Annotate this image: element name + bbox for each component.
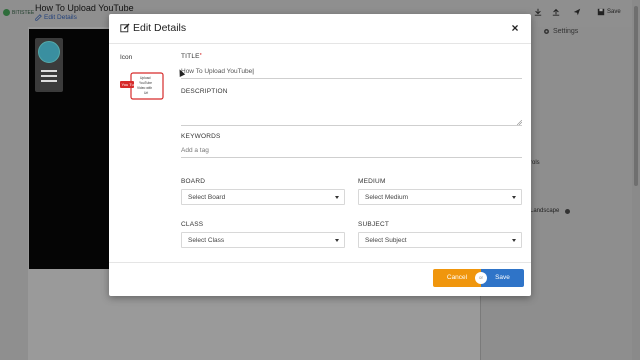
send-button[interactable] <box>573 8 581 16</box>
edit-icon <box>35 14 42 21</box>
resize-handle-icon[interactable] <box>517 120 522 125</box>
upload-button[interactable] <box>552 8 560 16</box>
app-logo: BITISTEE <box>3 9 34 16</box>
close-button[interactable]: × <box>509 21 521 35</box>
chevron-down-icon <box>512 196 516 199</box>
title-input[interactable]: How To Upload YouTube| <box>181 68 522 79</box>
modal-title: Edit Details <box>120 22 186 34</box>
download-icon <box>534 8 542 16</box>
class-select-value: Select Class <box>188 237 225 244</box>
edit-icon <box>120 23 130 33</box>
landscape-radio-icon <box>565 208 571 214</box>
class-label: CLASS <box>181 221 204 228</box>
board-select-value: Select Board <box>188 194 226 201</box>
tab-settings[interactable]: Settings <box>543 28 578 35</box>
left-rail <box>0 27 28 360</box>
thumbnail-line-2: YouTube <box>139 81 152 85</box>
edit-details-modal: Edit Details × Icon You Tube Upload YouT… <box>109 14 531 296</box>
chevron-down-icon <box>512 239 516 242</box>
tab-settings-label: Settings <box>553 28 579 35</box>
class-select[interactable]: Select Class <box>181 232 345 248</box>
modal-header: Edit Details × <box>109 14 531 44</box>
logo-mark-icon <box>3 9 10 16</box>
subject-select-value: Select Subject <box>365 237 407 244</box>
medium-select[interactable]: Select Medium <box>358 189 522 205</box>
content-thumbnail[interactable]: You Tube Upload YouTube Video with Url <box>120 72 165 100</box>
board-label: BOARD <box>181 178 206 185</box>
download-button[interactable] <box>534 8 542 16</box>
content-title: How To Upload YouTube <box>35 3 134 13</box>
medium-label: MEDIUM <box>358 178 386 185</box>
required-marker: * <box>199 53 202 59</box>
chevron-down-icon <box>335 196 339 199</box>
save-button[interactable]: Save <box>481 269 524 287</box>
modal-title-text: Edit Details <box>133 22 187 34</box>
floppy-icon <box>597 8 605 16</box>
controls-text: rols <box>530 160 540 166</box>
thumbnail-line-1: Upload <box>140 76 151 80</box>
keywords-placeholder: Add a tag <box>181 147 209 154</box>
description-textarea[interactable] <box>181 99 522 126</box>
description-label: DESCRIPTION <box>181 88 228 95</box>
close-icon: × <box>511 21 519 35</box>
upload-icon <box>552 8 560 16</box>
cancel-button[interactable]: Cancel <box>433 269 481 287</box>
thumbnail-line-3: Video with <box>137 86 152 90</box>
board-select[interactable]: Select Board <box>181 189 345 205</box>
thumbnail-line-4: Url <box>144 91 148 95</box>
logo-text: BITISTEE <box>12 9 35 16</box>
subject-select[interactable]: Select Subject <box>358 232 522 248</box>
toolbar-save-button[interactable]: Save <box>597 8 621 16</box>
landscape-option[interactable]: Landscape <box>530 208 571 214</box>
or-divider: or <box>475 272 487 284</box>
avatar <box>38 41 60 63</box>
subject-label: SUBJECT <box>358 221 390 228</box>
medium-select-value: Select Medium <box>365 194 408 201</box>
title-label-text: TITLE <box>181 53 200 60</box>
title-input-value: How To Upload YouTube <box>181 68 253 75</box>
scrollbar-thumb[interactable] <box>634 6 638 186</box>
title-label: TITLE* <box>181 53 202 60</box>
toolbar-save-label: Save <box>607 9 621 15</box>
gear-icon <box>544 29 549 34</box>
page-scrollbar[interactable] <box>632 0 640 360</box>
hamburger-menu-icon[interactable] <box>41 70 57 85</box>
edit-details-link[interactable]: Edit Details <box>35 14 77 21</box>
landscape-label: Landscape <box>530 208 560 214</box>
keywords-label: KEYWORDS <box>181 133 221 140</box>
chevron-down-icon <box>335 239 339 242</box>
icon-label: Icon <box>120 54 133 61</box>
keywords-input[interactable]: Add a tag <box>181 147 522 158</box>
edit-details-link-label: Edit Details <box>44 14 77 21</box>
send-icon <box>573 8 581 16</box>
